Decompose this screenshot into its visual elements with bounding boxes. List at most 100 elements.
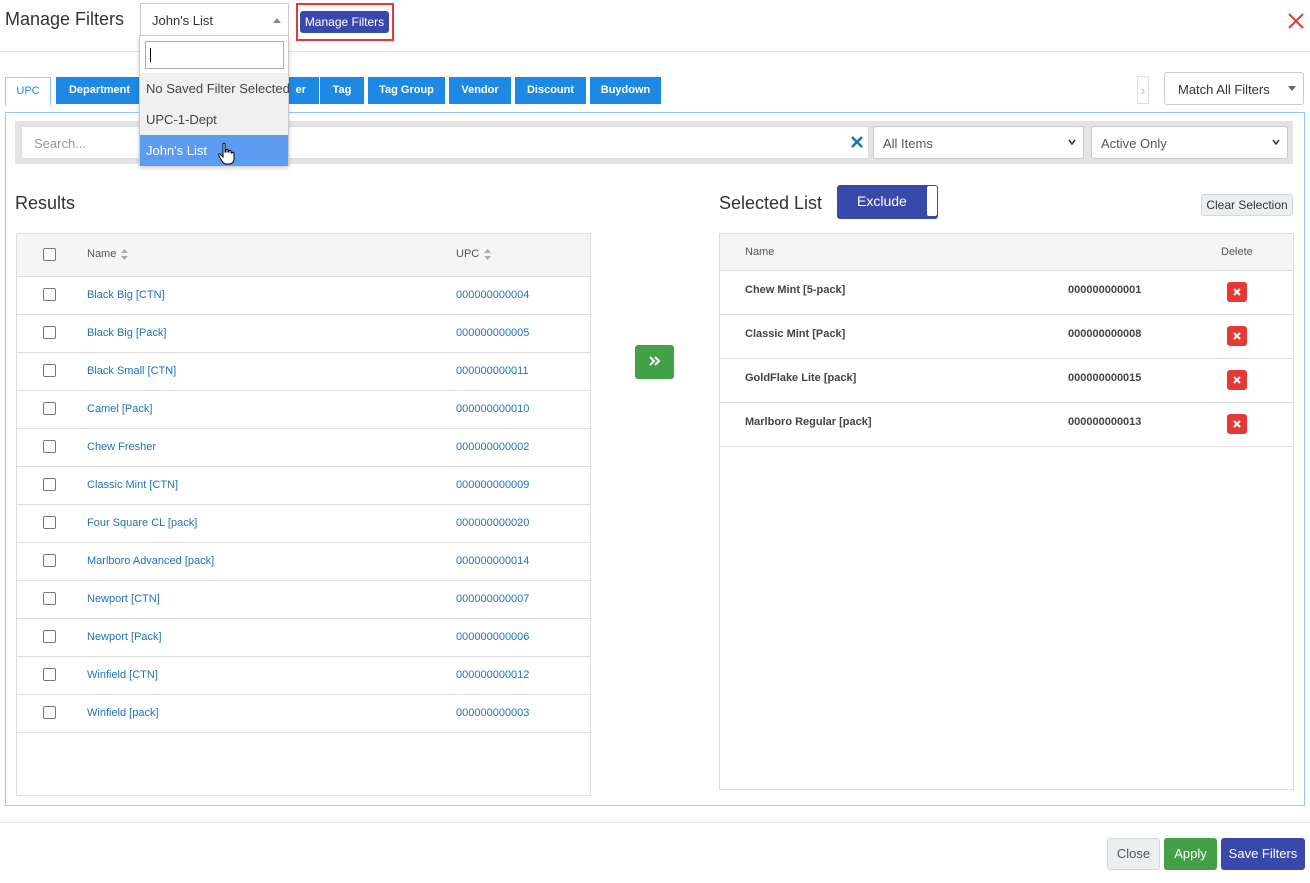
table-row[interactable]: Winfield [CTN] 000000000012 [17, 657, 590, 695]
close-button[interactable]: Close [1107, 838, 1160, 870]
tab-upc[interactable]: UPC [5, 77, 51, 106]
selected-row: Chew Mint [5-pack] 000000000001 [720, 271, 1293, 315]
selected-row-name: Marlboro Regular [pack] [745, 416, 872, 428]
row-name[interactable]: Four Square CL [pack] [87, 517, 197, 529]
status-filter-select[interactable]: Active Only [1091, 126, 1288, 159]
row-name[interactable]: Camel [Pack] [87, 403, 152, 415]
search-placeholder: Search... [34, 136, 87, 151]
row-name[interactable]: Newport [Pack] [87, 631, 162, 643]
close-icon[interactable] [1286, 10, 1306, 32]
selected-row-upc: 000000000001 [1068, 284, 1142, 296]
dropdown-option-upc-1-dept[interactable]: UPC-1-Dept [140, 104, 288, 135]
exclude-toggle[interactable]: Exclude [837, 185, 938, 219]
row-upc[interactable]: 000000000004 [456, 289, 529, 301]
clear-search-icon[interactable] [849, 134, 865, 150]
tab-scroll-right-button[interactable]: › [1137, 76, 1149, 104]
saved-filter-dropdown: No Saved Filter Selected UPC-1-Dept John… [139, 35, 290, 166]
selected-table: Name Delete Chew Mint [5-pack] 000000000… [719, 233, 1294, 790]
row-checkbox[interactable] [43, 554, 56, 567]
column-header-upc[interactable]: UPC [456, 248, 492, 260]
row-name[interactable]: Chew Fresher [87, 441, 156, 453]
dropdown-search-input[interactable] [145, 41, 284, 69]
exclude-label: Exclude [857, 193, 907, 209]
delete-button[interactable] [1227, 370, 1247, 390]
items-filter-select[interactable]: All Items [873, 126, 1084, 159]
row-name[interactable]: Black Big [Pack] [87, 327, 166, 339]
row-checkbox[interactable] [43, 440, 56, 453]
row-checkbox[interactable] [43, 706, 56, 719]
tab-tag-group[interactable]: Tag Group [368, 77, 445, 104]
row-name[interactable]: Winfield [pack] [87, 707, 159, 719]
row-name[interactable]: Black Big [CTN] [87, 289, 165, 301]
delete-button[interactable] [1227, 414, 1247, 434]
tab-vendor[interactable]: Vendor [449, 77, 511, 104]
manage-filters-button[interactable]: Manage Filters [300, 11, 389, 33]
add-to-selected-button[interactable] [635, 345, 674, 379]
table-row[interactable]: Camel [Pack] 000000000010 [17, 391, 590, 429]
column-upc-label: UPC [456, 248, 480, 260]
selected-row: Classic Mint [Pack] 000000000008 [720, 315, 1293, 359]
items-filter-value: All Items [883, 136, 933, 151]
row-upc[interactable]: 000000000002 [456, 441, 529, 453]
row-checkbox[interactable] [43, 478, 56, 491]
row-upc[interactable]: 000000000009 [456, 479, 529, 491]
close-icon [1233, 288, 1241, 296]
table-row[interactable]: Newport [Pack] 000000000006 [17, 619, 590, 657]
delete-button[interactable] [1227, 282, 1247, 302]
table-row[interactable]: Black Big [Pack] 000000000005 [17, 315, 590, 353]
row-name[interactable]: Marlboro Advanced [pack] [87, 555, 214, 567]
dropdown-option-none[interactable]: No Saved Filter Selected [140, 73, 290, 104]
chevron-down-icon [1272, 139, 1280, 146]
table-row[interactable]: Black Small [CTN] 000000000011 [17, 353, 590, 391]
row-upc[interactable]: 000000000020 [456, 517, 529, 529]
row-checkbox[interactable] [43, 364, 56, 377]
apply-button[interactable]: Apply [1164, 838, 1217, 870]
table-row[interactable]: Newport [CTN] 000000000007 [17, 581, 590, 619]
row-checkbox[interactable] [43, 668, 56, 681]
column-header-name[interactable]: Name [87, 248, 129, 260]
match-filter-select[interactable]: Match All Filters [1164, 72, 1304, 105]
row-name[interactable]: Black Small [CTN] [87, 365, 176, 377]
match-filter-value: Match All Filters [1178, 82, 1270, 97]
table-row[interactable]: Black Big [CTN] 000000000004 [17, 277, 590, 315]
table-row[interactable]: Marlboro Advanced [pack] 000000000014 [17, 543, 590, 581]
row-checkbox[interactable] [43, 326, 56, 339]
table-row[interactable]: Classic Mint [CTN] 000000000009 [17, 467, 590, 505]
dropdown-option-johns-list[interactable]: John's List [140, 135, 288, 166]
save-filters-button[interactable]: Save Filters [1221, 838, 1305, 870]
row-checkbox[interactable] [43, 288, 56, 301]
row-upc[interactable]: 000000000005 [456, 327, 529, 339]
row-upc[interactable]: 000000000003 [456, 707, 529, 719]
row-checkbox[interactable] [43, 402, 56, 415]
row-upc[interactable]: 000000000010 [456, 403, 529, 415]
row-name[interactable]: Newport [CTN] [87, 593, 160, 605]
delete-button[interactable] [1227, 326, 1247, 346]
clear-selection-button[interactable]: Clear Selection [1201, 194, 1293, 216]
results-table-header: Name UPC [17, 234, 590, 277]
row-name[interactable]: Classic Mint [CTN] [87, 479, 178, 491]
tab-department[interactable]: Department [56, 77, 143, 104]
results-table: Name UPC Black Big [CTN] 000000000004 Bla… [16, 233, 591, 796]
selected-row-upc: 000000000008 [1068, 328, 1142, 340]
row-upc[interactable]: 000000000011 [456, 365, 529, 377]
row-upc[interactable]: 000000000014 [456, 555, 529, 567]
table-row[interactable]: Winfield [pack] 000000000003 [17, 695, 590, 733]
table-row[interactable]: Four Square CL [pack] 000000000020 [17, 505, 590, 543]
select-all-checkbox[interactable] [43, 248, 56, 261]
selected-row-upc: 000000000015 [1068, 372, 1142, 384]
row-upc[interactable]: 000000000006 [456, 631, 529, 643]
table-row[interactable]: Chew Fresher 000000000002 [17, 429, 590, 467]
saved-filter-value: John's List [152, 13, 214, 28]
saved-filter-select[interactable]: John's List [140, 3, 289, 36]
row-checkbox[interactable] [43, 592, 56, 605]
chevron-down-icon [1068, 139, 1076, 146]
row-upc[interactable]: 000000000007 [456, 593, 529, 605]
row-upc[interactable]: 000000000012 [456, 669, 529, 681]
tab-buydown[interactable]: Buydown [590, 77, 661, 104]
tab-discount[interactable]: Discount [515, 77, 586, 104]
row-checkbox[interactable] [43, 630, 56, 643]
row-checkbox[interactable] [43, 516, 56, 529]
toggle-knob [927, 186, 937, 216]
row-name[interactable]: Winfield [CTN] [87, 669, 158, 681]
tab-tag[interactable]: Tag [320, 77, 364, 104]
